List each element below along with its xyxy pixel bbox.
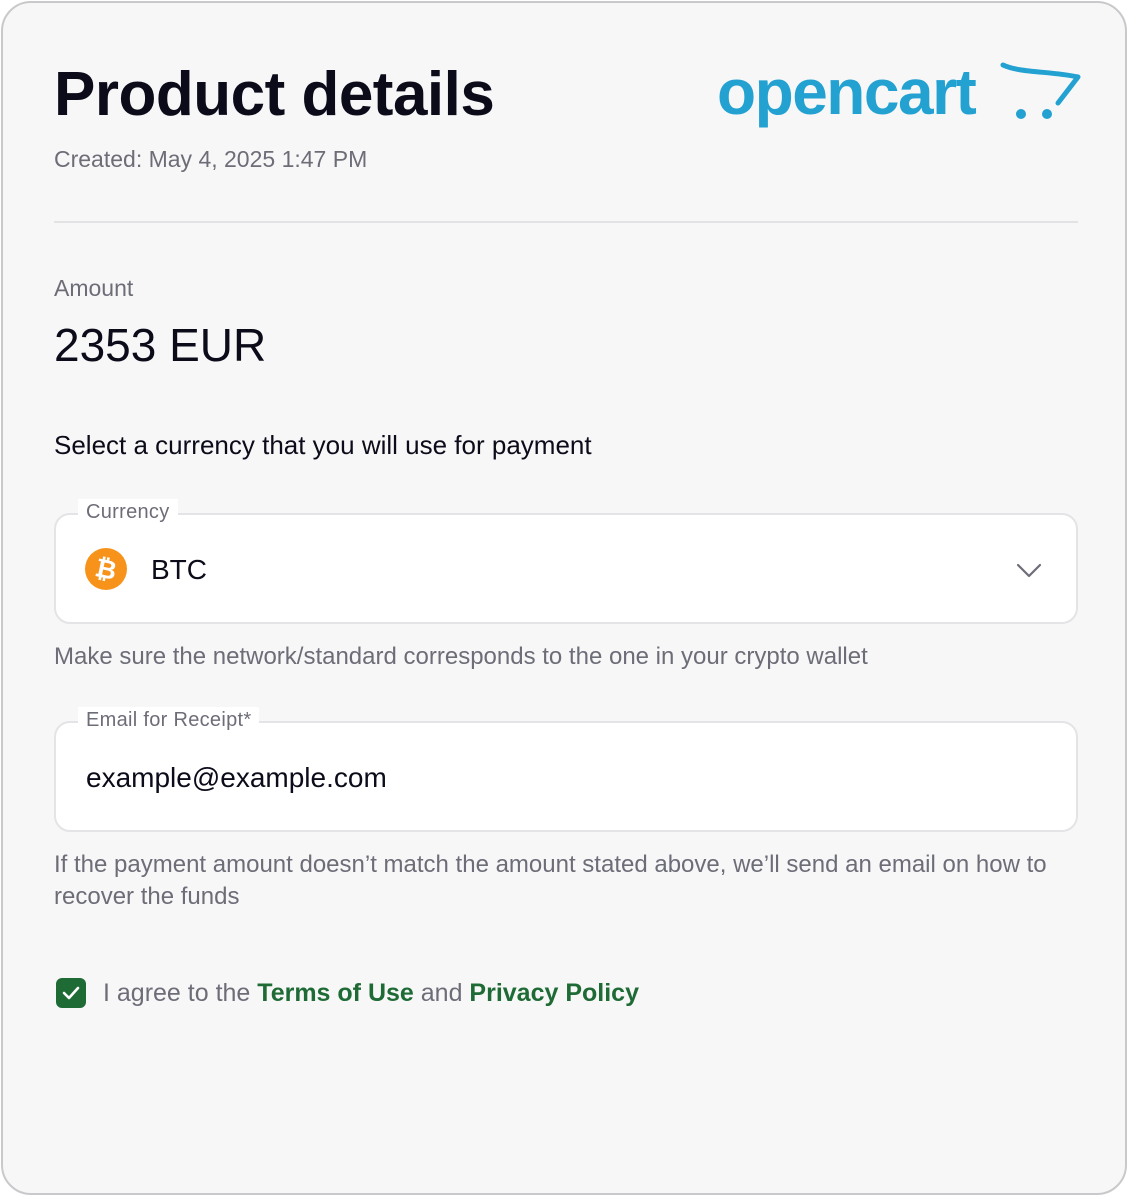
network-hint: Make sure the network/standard correspon… xyxy=(54,643,868,670)
currency-prompt: Select a currency that you will use for … xyxy=(54,430,592,460)
chevron-down-icon[interactable] xyxy=(1014,555,1044,585)
email-field-label: Email for Receipt* xyxy=(78,707,260,733)
agreement-prefix: I agree to the xyxy=(103,979,258,1007)
agreement-checkbox[interactable] xyxy=(56,978,86,1008)
email-hint: If the payment amount doesn’t match the … xyxy=(54,851,1047,910)
currency-select[interactable]: Currency ₿ BTC xyxy=(54,499,1078,624)
amount-label: Amount xyxy=(54,275,134,301)
bitcoin-icon: ₿ xyxy=(85,548,127,590)
opencart-logo-text: opencart xyxy=(717,59,976,128)
terms-of-use-link[interactable]: Terms of Use xyxy=(257,979,414,1007)
currency-field-label: Currency xyxy=(78,499,178,525)
agreement-text: I agree to the Terms of Use and Privacy … xyxy=(103,977,639,1009)
checkmark-icon xyxy=(62,986,80,1000)
opencart-logo: opencart xyxy=(717,59,1081,128)
header-divider xyxy=(54,221,1078,223)
email-field[interactable]: Email for Receipt* xyxy=(54,707,1078,832)
agreement-row: I agree to the Terms of Use and Privacy … xyxy=(56,977,639,1009)
product-details-card: Product details Created: May 4, 2025 1:4… xyxy=(1,1,1127,1195)
created-timestamp: Created: May 4, 2025 1:47 PM xyxy=(54,146,368,172)
agreement-middle: and xyxy=(413,979,470,1007)
currency-selected-value: BTC xyxy=(151,554,207,585)
amount-value: 2353 EUR xyxy=(54,319,267,371)
privacy-policy-link[interactable]: Privacy Policy xyxy=(469,979,639,1007)
email-input[interactable] xyxy=(86,761,1026,795)
page-title: Product details xyxy=(54,60,495,129)
